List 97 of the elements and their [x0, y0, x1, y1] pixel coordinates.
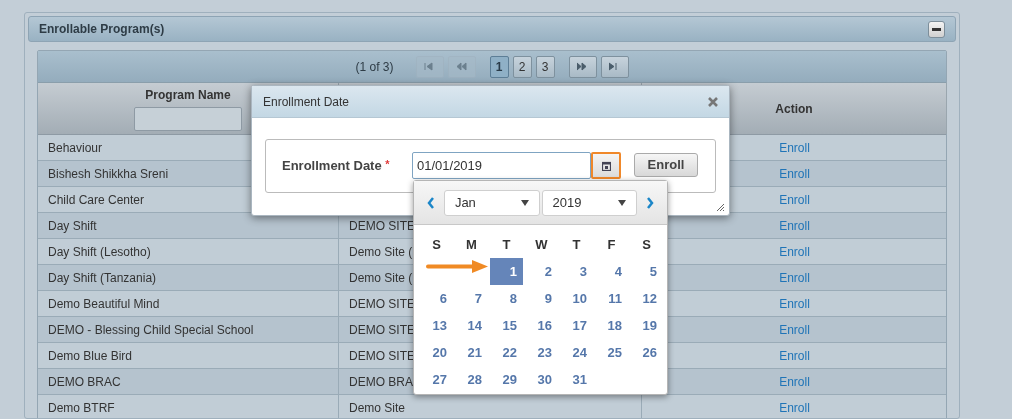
weekday-label: F	[606, 235, 617, 254]
day-cell[interactable]: 20	[420, 339, 453, 366]
date-field[interactable]: 01/01/2019	[412, 152, 591, 179]
day-cell[interactable]: 13	[420, 312, 453, 339]
day-cell[interactable]: 18	[595, 312, 628, 339]
day-cell[interactable]: 7	[455, 285, 488, 312]
minus-icon	[932, 27, 941, 31]
table-cell-text: DEMO SITE	[349, 347, 415, 365]
prev-arrow-icon	[456, 62, 467, 71]
day-cell[interactable]: 31	[560, 366, 593, 393]
annotation-arrow	[426, 260, 488, 273]
column-title: Action	[775, 100, 813, 118]
enroll-link[interactable]: Enroll	[779, 190, 810, 209]
day-cell[interactable]: 19	[630, 312, 663, 339]
calendar-button[interactable]	[591, 152, 621, 179]
caret-icon	[618, 199, 627, 206]
dropdown[interactable]: 2019	[541, 189, 638, 216]
table-cell-text: Day Shift	[48, 217, 97, 235]
dialog-title: Enrollment Date	[263, 93, 350, 111]
field-label: Enrollment Date *	[282, 157, 390, 175]
day-cell[interactable]: 26	[630, 339, 663, 366]
enroll-link[interactable]: Enroll	[779, 268, 810, 287]
day-cell[interactable]: 1	[490, 258, 523, 285]
pager-last-button[interactable]	[600, 55, 629, 78]
table-cell-text: Demo Site (	[349, 243, 413, 261]
day-cell[interactable]: 15	[490, 312, 523, 339]
weekday-label: S	[431, 235, 442, 254]
day-cell[interactable]: 10	[560, 285, 593, 312]
panel-title: Enrollable Program(s)	[39, 21, 165, 38]
enroll-link[interactable]: Enroll	[779, 346, 810, 365]
filter-field[interactable]	[134, 107, 242, 131]
table-cell-text: DEMO - Blessing Child Special School	[48, 321, 254, 339]
table-cell-text: DEMO SITE	[349, 295, 415, 313]
day-cell[interactable]: 27	[420, 366, 453, 393]
table-cell-text: Bishesh Shikkha Sreni	[48, 165, 169, 183]
table-cell-text: Demo Blue Bird	[48, 347, 133, 365]
calendar-icon	[601, 160, 611, 171]
day-cell[interactable]: 4	[595, 258, 628, 285]
day-cell[interactable]: 28	[455, 366, 488, 393]
day-cell[interactable]: 17	[560, 312, 593, 339]
day-cell[interactable]: 16	[525, 312, 558, 339]
enroll-link[interactable]: Enroll	[779, 372, 810, 391]
table-cell-text: DEMO SITE	[349, 321, 415, 339]
enroll-link[interactable]: Enroll	[779, 398, 810, 417]
day-cell[interactable]: 14	[455, 312, 488, 339]
day-cell[interactable]: 11	[595, 285, 628, 312]
day-cell[interactable]: 29	[490, 366, 523, 393]
day-cell[interactable]: 3	[560, 258, 593, 285]
close-icon[interactable]	[708, 96, 718, 107]
resize-grip-icon[interactable]	[716, 203, 724, 211]
day-cell[interactable]: 21	[455, 339, 488, 366]
day-cell[interactable]: 6	[420, 285, 453, 312]
page-button[interactable]: 3	[535, 55, 555, 78]
table-cell-text: DEMO BRA	[349, 373, 413, 391]
table-cell-text: Demo BTRF	[48, 399, 115, 417]
table-cell-text: Behaviour	[48, 139, 103, 157]
day-cell[interactable]: 22	[490, 339, 523, 366]
enroll-link[interactable]: Enroll	[779, 320, 810, 339]
weekday-label: T	[571, 235, 582, 254]
pager-next-button[interactable]	[568, 55, 597, 78]
caret-icon	[520, 199, 529, 206]
day-cell[interactable]: 23	[525, 339, 558, 366]
table-cell-text: Demo Beautiful Mind	[48, 295, 160, 313]
day-cell[interactable]: 25	[595, 339, 628, 366]
page-summary: (1 of 3)	[355, 58, 394, 76]
weekday-label: T	[501, 235, 512, 254]
column-title: Program Name	[145, 87, 231, 104]
enroll-link[interactable]: Enroll	[779, 216, 810, 235]
table-cell-text: Child Care Center	[48, 191, 145, 209]
page-button[interactable]: 2	[512, 55, 532, 78]
day-cell[interactable]: 5	[630, 258, 663, 285]
last-arrow-icon	[609, 62, 620, 71]
weekday-label: S	[641, 235, 652, 254]
collapse-button[interactable]	[928, 20, 945, 38]
weekday-label: W	[534, 235, 549, 254]
table-cell-text: Demo Site (	[349, 269, 413, 287]
next-arrow-icon	[577, 62, 588, 71]
day-cell[interactable]: 12	[630, 285, 663, 312]
enroll-button[interactable]: Enroll	[634, 153, 698, 177]
day-cell[interactable]: 9	[525, 285, 558, 312]
enroll-link[interactable]: Enroll	[779, 164, 810, 183]
day-cell[interactable]: 24	[560, 339, 593, 366]
table-cell-text: DEMO BRAC	[48, 373, 121, 391]
enroll-link[interactable]: Enroll	[779, 294, 810, 313]
page-button[interactable]: 1	[489, 55, 509, 78]
first-arrow-icon	[424, 62, 435, 71]
dropdown[interactable]: Jan	[443, 189, 540, 216]
table-cell-text: Day Shift (Tanzania)	[48, 269, 157, 287]
enroll-link[interactable]: Enroll	[779, 242, 810, 261]
weekday-label: M	[465, 235, 478, 254]
day-cell[interactable]: 30	[525, 366, 558, 393]
table-cell-text: DEMO SITE	[349, 217, 415, 235]
day-cell[interactable]: 8	[490, 285, 523, 312]
enroll-link[interactable]: Enroll	[779, 138, 810, 157]
day-cell[interactable]: 2	[525, 258, 558, 285]
table-cell-text: Demo Site	[349, 399, 406, 417]
table-cell-text: Day Shift (Lesotho)	[48, 243, 151, 261]
